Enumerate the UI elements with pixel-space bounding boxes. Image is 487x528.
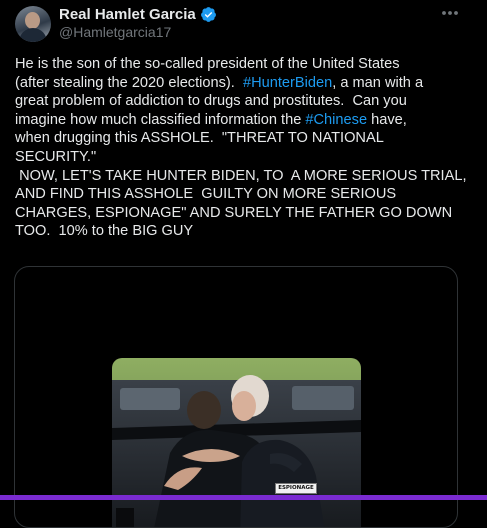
- tweet: Real Hamlet Garcia @Hamletgarcia17 He is…: [0, 0, 487, 528]
- tweet-text: He is the son of the so-called president…: [15, 55, 477, 241]
- avatar[interactable]: [15, 6, 51, 42]
- author-handle[interactable]: @Hamletgarcia17: [59, 24, 171, 40]
- verified-badge-icon: [200, 6, 217, 23]
- tweet-photo[interactable]: ESPIONAGE: [112, 358, 361, 527]
- more-horizontal-icon[interactable]: [438, 3, 462, 23]
- espionage-stamp: ESPIONAGE: [275, 483, 317, 494]
- tweet-text-segment: have, when drugging this ASSHOLE. "THREA…: [15, 111, 467, 240]
- bottom-accent-bar: [0, 495, 487, 500]
- author-display-name[interactable]: Real Hamlet Garcia: [59, 6, 196, 23]
- photo-illustration: [112, 358, 361, 527]
- avatar-shoulders: [19, 28, 47, 42]
- hashtag-link[interactable]: #Chinese: [305, 112, 367, 128]
- avatar-head: [25, 12, 40, 29]
- hashtag-link[interactable]: #HunterBiden: [243, 75, 332, 91]
- author-name-row: Real Hamlet Garcia: [59, 5, 217, 23]
- media-card[interactable]: ESPIONAGE: [14, 266, 458, 528]
